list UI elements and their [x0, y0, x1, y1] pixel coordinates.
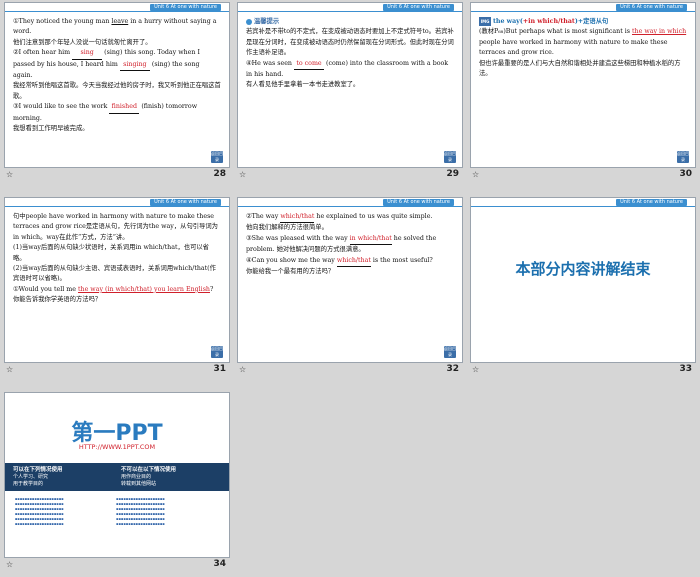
slide-canvas: Unit 6 At one with nature ②The way which…	[237, 197, 463, 363]
star-icon[interactable]: ☆	[239, 365, 246, 374]
slide-thumbnail-30[interactable]: Unit 6 At one with nature IMG the way(+in…	[470, 2, 696, 182]
slide-number: 29	[446, 169, 459, 179]
link-list[interactable]: ▪▪▪▪▪▪▪▪▪▪▪▪▪▪▪▪▪▪▪▪ ▪▪▪▪▪▪▪▪▪▪▪▪▪▪▪▪▪▪▪▪…	[15, 497, 219, 527]
unit-tag: Unit 6 At one with nature	[150, 4, 221, 11]
slide-thumbnail-28[interactable]: Unit 6 At one with nature ①They noticed …	[4, 2, 230, 182]
back-to-contents-button[interactable]: 返回目录	[211, 346, 223, 358]
tip-icon	[246, 18, 252, 25]
answer-blank: singing	[119, 60, 150, 72]
slide-thumbnail-33[interactable]: Unit 6 At one with nature 本部分内容讲解结束 ☆ 33	[470, 197, 696, 377]
slide-number: 32	[446, 364, 459, 374]
image-icon: IMG	[479, 17, 491, 26]
usage-band: 可以在下列情况使用 个人学习、研究 用于教学目的 不可以在以下情况使用 用作商业…	[5, 463, 229, 491]
slide-number: 34	[213, 559, 226, 569]
back-to-contents-button[interactable]: 返回目录	[444, 346, 456, 358]
slide-text: IMG the way(+in which/that)+定语从句 (教材P₆₈)B…	[479, 17, 687, 78]
back-to-contents-button[interactable]: 返回目录	[677, 151, 689, 163]
slide-canvas: 第一PPT HTTP://WWW.1PPT.COM 可以在下列情况使用 个人学习…	[4, 392, 230, 558]
star-icon[interactable]: ☆	[472, 365, 479, 374]
star-icon[interactable]: ☆	[239, 170, 246, 179]
back-to-contents-button[interactable]: 返回目录	[211, 151, 223, 163]
slide-thumbnail-32[interactable]: Unit 6 At one with nature ②The way which…	[237, 197, 463, 377]
site-url[interactable]: HTTP://WWW.1PPT.COM	[5, 443, 229, 451]
end-title: 本部分内容讲解结束	[515, 260, 651, 278]
slide-text: 温馨提示 若宾补是不带to的不定式，在变成被动语态时要加上不定式符号to。若宾补…	[246, 18, 454, 89]
slide-canvas: Unit 6 At one with nature IMG the way(+in…	[470, 2, 696, 168]
back-to-contents-button[interactable]: 返回目录	[444, 151, 456, 163]
answer-blank: in which/that	[349, 234, 392, 246]
unit-tag: Unit 6 At one with nature	[383, 4, 454, 11]
star-icon[interactable]: ☆	[6, 365, 13, 374]
star-icon[interactable]: ☆	[6, 560, 13, 569]
slide-number: 33	[679, 364, 692, 374]
slide-text: 句中people have worked in harmony with nat…	[13, 213, 218, 304]
unit-tag: Unit 6 At one with nature	[150, 199, 221, 206]
slide-thumbnail-34[interactable]: 第一PPT HTTP://WWW.1PPT.COM 可以在下列情况使用 个人学习…	[4, 392, 230, 572]
slide-thumbnail-31[interactable]: Unit 6 At one with nature 句中people have …	[4, 197, 230, 377]
answer-blank: finished	[109, 102, 140, 114]
slide-number: 28	[213, 169, 226, 179]
slide-canvas: Unit 6 At one with nature ①They noticed …	[4, 2, 230, 168]
slide-text: ①They noticed the young man leave in a h…	[13, 18, 221, 133]
answer-blank: which/that	[280, 212, 315, 224]
answer-blank: sing	[72, 48, 103, 60]
slide-number: 31	[213, 364, 226, 374]
slide-thumbnail-29[interactable]: Unit 6 At one with nature 温馨提示 若宾补是不带to的…	[237, 2, 463, 182]
slide-canvas: Unit 6 At one with nature 本部分内容讲解结束	[470, 197, 696, 363]
slide-canvas: Unit 6 At one with nature 温馨提示 若宾补是不带to的…	[237, 2, 463, 168]
star-icon[interactable]: ☆	[6, 170, 13, 179]
answer-blank: which/that	[336, 256, 371, 268]
slide-text: ②The way which/that he explained to us w…	[246, 212, 437, 276]
unit-tag: Unit 6 At one with nature	[616, 199, 687, 206]
unit-tag: Unit 6 At one with nature	[383, 199, 454, 206]
slide-canvas: Unit 6 At one with nature 句中people have …	[4, 197, 230, 363]
unit-tag: Unit 6 At one with nature	[616, 4, 687, 11]
slide-number: 30	[679, 169, 692, 179]
star-icon[interactable]: ☆	[472, 170, 479, 179]
answer-blank: to come	[293, 59, 324, 71]
